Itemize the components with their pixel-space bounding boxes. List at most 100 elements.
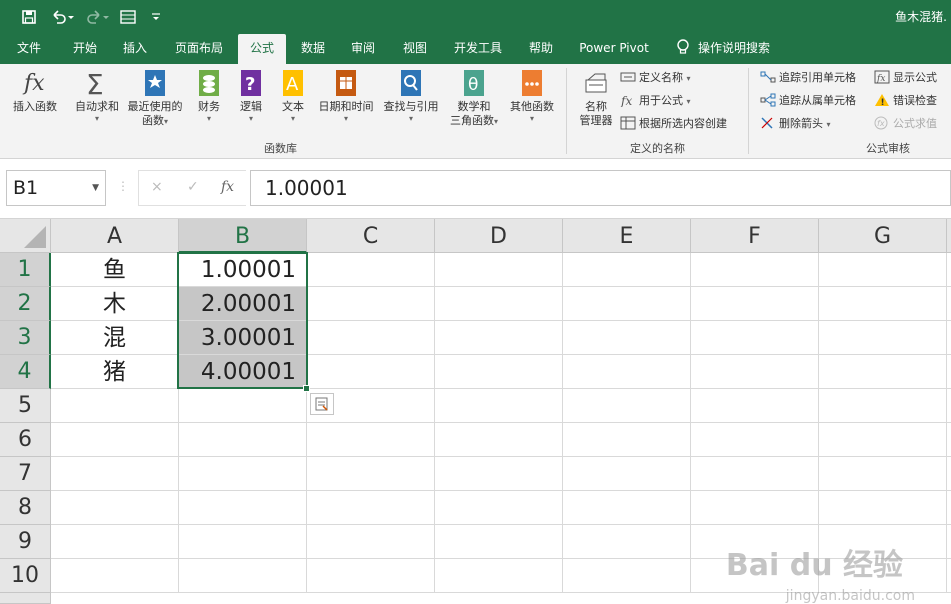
cell-b3[interactable]: 3.00001	[179, 321, 307, 355]
cell-g4[interactable]	[819, 355, 947, 389]
cell-e5[interactable]	[563, 389, 691, 423]
cell-e6[interactable]	[563, 423, 691, 457]
cell-c1[interactable]	[307, 253, 435, 287]
column-header-e[interactable]: E	[563, 219, 691, 253]
cell-d10[interactable]	[435, 559, 563, 593]
use-in-formula-button[interactable]: fx 用于公式 ▾	[620, 91, 691, 111]
column-header-d[interactable]: D	[435, 219, 563, 253]
cell-a9[interactable]	[51, 525, 179, 559]
cell-h6-edge[interactable]	[947, 423, 951, 457]
cell-e1[interactable]	[563, 253, 691, 287]
logical-button[interactable]: ? 逻辑 ▾	[234, 68, 268, 124]
cell-g7[interactable]	[819, 457, 947, 491]
tab-page-layout[interactable]: 页面布局	[168, 34, 230, 64]
insert-function-button[interactable]: fx 插入函数	[6, 68, 64, 114]
cell-g5[interactable]	[819, 389, 947, 423]
quick-analysis-button[interactable]	[310, 393, 334, 415]
trace-dependents-button[interactable]: 追踪从属单元格	[760, 91, 856, 111]
cell-e9[interactable]	[563, 525, 691, 559]
row-header-5[interactable]: 5	[0, 389, 51, 423]
cell-f1[interactable]	[691, 253, 819, 287]
cell-a2[interactable]: 木	[51, 287, 179, 321]
cell-d2[interactable]	[435, 287, 563, 321]
datetime-button[interactable]: 日期和时间 ▾	[316, 68, 376, 124]
cell-c7[interactable]	[307, 457, 435, 491]
remove-arrows-button[interactable]: 删除箭头 ▾	[760, 114, 831, 134]
row-header-3[interactable]: 3	[0, 321, 51, 355]
cell-h10-edge[interactable]	[947, 559, 951, 593]
more-functions-button[interactable]: 其他函数 ▾	[506, 68, 558, 124]
cell-a4[interactable]: 猪	[51, 355, 179, 389]
cell-b7[interactable]	[179, 457, 307, 491]
tab-home[interactable]: 开始	[62, 34, 108, 64]
cell-d7[interactable]	[435, 457, 563, 491]
cell-h5-edge[interactable]	[947, 389, 951, 423]
cell-b5[interactable]	[179, 389, 307, 423]
cell-e2[interactable]	[563, 287, 691, 321]
cell-d3[interactable]	[435, 321, 563, 355]
formula-input[interactable]: 1.00001	[250, 170, 951, 206]
cell-d6[interactable]	[435, 423, 563, 457]
recently-used-button[interactable]: 最近使用的 函数▾	[124, 68, 186, 128]
row-header-6[interactable]: 6	[0, 423, 51, 457]
cell-d9[interactable]	[435, 525, 563, 559]
tab-help[interactable]: 帮助	[518, 34, 564, 64]
cell-d1[interactable]	[435, 253, 563, 287]
row-header-10[interactable]: 10	[0, 559, 51, 593]
cell-b4[interactable]: 4.00001	[179, 355, 307, 389]
cell-a7[interactable]	[51, 457, 179, 491]
cell-h2-edge[interactable]	[947, 287, 951, 321]
cell-g2[interactable]	[819, 287, 947, 321]
autosum-button[interactable]: Σ 自动求和 ▾	[70, 68, 124, 124]
name-box[interactable]: B1 ▼	[6, 170, 106, 206]
lookup-button[interactable]: 查找与引用 ▾	[380, 68, 442, 124]
text-button[interactable]: A 文本 ▾	[276, 68, 310, 124]
row-header-2[interactable]: 2	[0, 287, 51, 321]
create-from-selection-button[interactable]: 根据所选内容创建	[620, 114, 727, 134]
select-all-button[interactable]	[0, 219, 51, 253]
cell-f5[interactable]	[691, 389, 819, 423]
cell-b1[interactable]: 1.00001	[179, 253, 307, 287]
cell-d5[interactable]	[435, 389, 563, 423]
row-header-4[interactable]: 4	[0, 355, 51, 389]
cell-c10[interactable]	[307, 559, 435, 593]
tab-formulas[interactable]: 公式	[238, 34, 286, 64]
cell-f3[interactable]	[691, 321, 819, 355]
cell-e10[interactable]	[563, 559, 691, 593]
customize-qat-button[interactable]	[146, 6, 166, 28]
cell-e8[interactable]	[563, 491, 691, 525]
cell-d4[interactable]	[435, 355, 563, 389]
fill-handle[interactable]	[303, 385, 310, 392]
tab-view[interactable]: 视图	[392, 34, 438, 64]
redo-button[interactable]	[84, 6, 112, 28]
row-header-9[interactable]: 9	[0, 525, 51, 559]
cell-b2[interactable]: 2.00001	[179, 287, 307, 321]
tab-data[interactable]: 数据	[290, 34, 336, 64]
name-manager-button[interactable]: 名称 管理器	[574, 68, 618, 128]
column-header-a[interactable]: A	[51, 219, 179, 253]
cell-a1[interactable]: 鱼	[51, 253, 179, 287]
cell-a3[interactable]: 混	[51, 321, 179, 355]
cell-f2[interactable]	[691, 287, 819, 321]
show-formulas-button[interactable]: fx 显示公式	[874, 68, 937, 88]
column-header-f[interactable]: F	[691, 219, 819, 253]
cell-a6[interactable]	[51, 423, 179, 457]
form-button[interactable]	[118, 6, 138, 28]
cell-b9[interactable]	[179, 525, 307, 559]
cell-a5[interactable]	[51, 389, 179, 423]
tab-review[interactable]: 审阅	[340, 34, 386, 64]
cell-h9-edge[interactable]	[947, 525, 951, 559]
cell-f7[interactable]	[691, 457, 819, 491]
insert-function-icon[interactable]: fx	[221, 179, 234, 195]
cell-e7[interactable]	[563, 457, 691, 491]
tab-insert[interactable]: 插入	[112, 34, 158, 64]
cell-g3[interactable]	[819, 321, 947, 355]
financial-button[interactable]: 财务 ▾	[190, 68, 228, 124]
cell-c9[interactable]	[307, 525, 435, 559]
error-checking-button[interactable]: ! 错误检查	[874, 91, 937, 111]
cell-g6[interactable]	[819, 423, 947, 457]
cell-g1[interactable]	[819, 253, 947, 287]
cell-f6[interactable]	[691, 423, 819, 457]
cell-a8[interactable]	[51, 491, 179, 525]
cell-c3[interactable]	[307, 321, 435, 355]
